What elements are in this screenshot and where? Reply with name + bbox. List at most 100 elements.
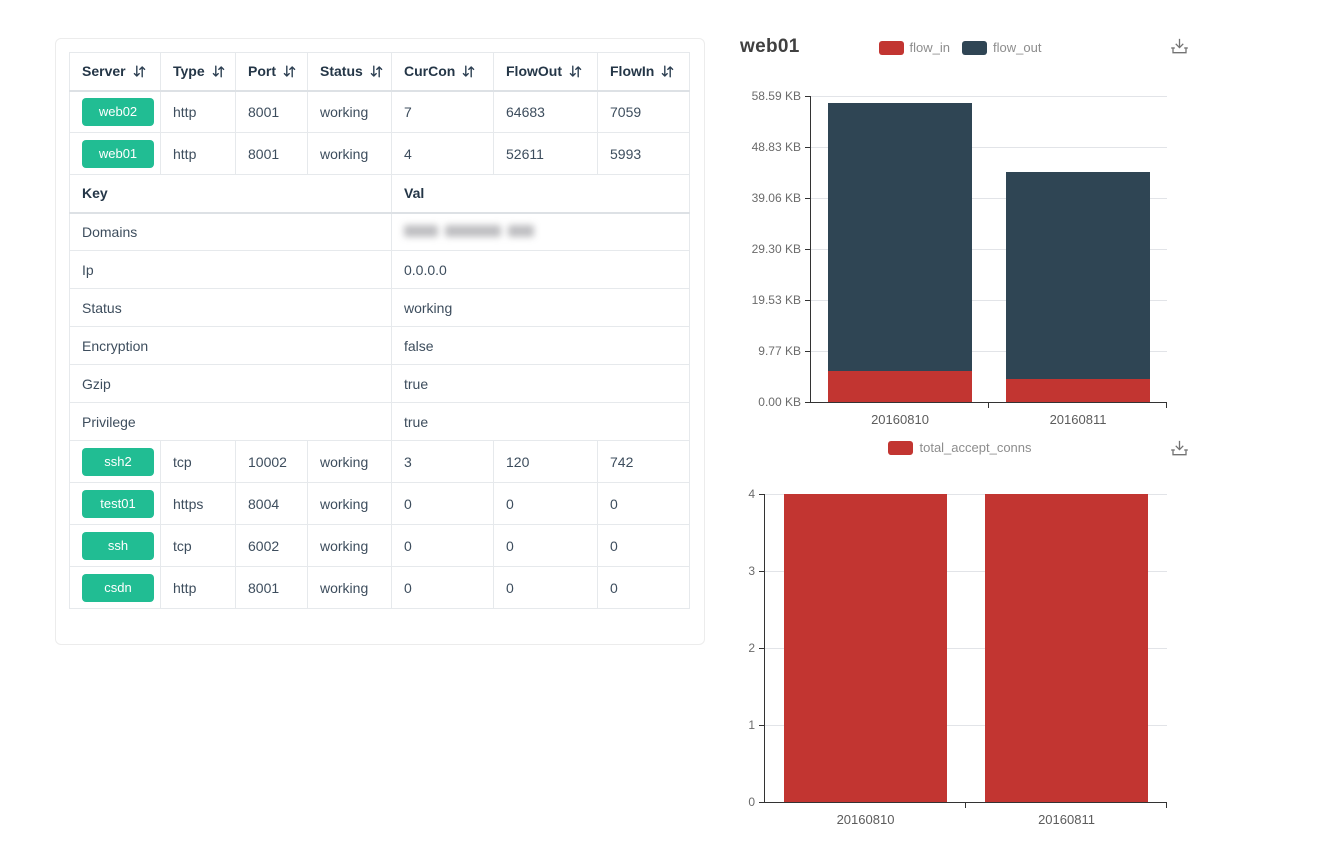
bar-flow_in-20160811[interactable] [1006,379,1150,402]
cell-flowin: 0 [598,525,690,567]
cell-flowin: 5993 [598,133,690,175]
cell-port: 8001 [236,567,308,609]
cell-type: https [161,483,236,525]
download-icon[interactable] [1170,440,1190,460]
x-tick-label: 20160810 [765,810,966,830]
conns-chart: total_accept_conns 012342016081020160811 [730,432,1190,832]
col-header-type[interactable]: Type [161,53,236,91]
detail-header-row: Key Val [70,175,690,213]
x-tick [988,402,989,408]
col-header-status[interactable]: Status [308,53,392,91]
y-tick-label: 9.77 KB [721,344,801,359]
col-header-label: Server [82,63,126,79]
server-badge[interactable]: test01 [82,490,154,518]
y-tick-label: 2 [675,641,755,656]
y-tick [759,648,765,649]
y-tick-label: 0 [675,795,755,810]
cell-curcon: 0 [392,525,494,567]
table-row-csdn: csdn http 8001 working 0 0 0 [70,567,690,609]
table-row-web02: web02 http 8001 working 7 64683 7059 [70,91,690,133]
detail-key: Gzip [70,365,392,403]
cell-port: 6002 [236,525,308,567]
legend-item-flow_out[interactable]: flow_out [962,40,1041,55]
cell-curcon: 7 [392,91,494,133]
y-tick-label: 19.53 KB [721,293,801,308]
sort-icon[interactable] [212,65,225,78]
sort-icon[interactable] [569,65,582,78]
cell-curcon: 3 [392,441,494,483]
cell-flowout: 52611 [494,133,598,175]
table-row-web01: web01 http 8001 working 4 52611 5993 [70,133,690,175]
y-tick [759,802,765,803]
conns-chart-legend: total_accept_conns [730,440,1190,455]
download-icon[interactable] [1170,38,1190,58]
y-tick-label: 4 [675,487,755,502]
detail-row-gzip: Gzip true [70,365,690,403]
server-badge[interactable]: csdn [82,574,154,602]
legend-item-flow_in[interactable]: flow_in [879,40,950,55]
col-header-server[interactable]: Server [70,53,161,91]
x-tick [1166,802,1167,808]
flow-chart-plot: 0.00 KB9.77 KB19.53 KB29.30 KB39.06 KB48… [810,96,1167,403]
bar-flow_out-20160810[interactable] [828,103,972,371]
x-tick-label: 20160810 [811,410,989,430]
flow-chart: web01 flow_inflow_out 0.00 KB9.77 KB19.5… [730,30,1190,430]
sort-icon[interactable] [462,65,475,78]
y-tick [805,249,811,250]
cell-status: working [308,525,392,567]
y-tick-label: 0.00 KB [721,395,801,410]
server-badge[interactable]: web02 [82,98,154,126]
flow-chart-legend: flow_in flow_out [730,40,1190,55]
legend-label: flow_out [993,40,1041,55]
y-tick [805,147,811,148]
detail-key: Privilege [70,403,392,441]
server-badge[interactable]: ssh2 [82,448,154,476]
cell-type: tcp [161,525,236,567]
conns-chart-plot: 012342016081020160811 [764,494,1167,803]
x-tick-label: 20160811 [966,810,1167,830]
server-badge[interactable]: web01 [82,140,154,168]
table-row-test01: test01 https 8004 working 0 0 0 [70,483,690,525]
legend-label: total_accept_conns [919,440,1031,455]
y-tick-label: 3 [675,564,755,579]
col-header-flowin[interactable]: FlowIn [598,53,690,91]
detail-key: Ip [70,251,392,289]
detail-val: working [392,289,690,327]
cell-port: 10002 [236,441,308,483]
y-tick [805,402,811,403]
y-tick [805,351,811,352]
col-header-curcon[interactable]: CurCon [392,53,494,91]
cell-port: 8001 [236,91,308,133]
detail-row-privilege: Privilege true [70,403,690,441]
sort-icon[interactable] [283,65,296,78]
cell-flowout: 120 [494,441,598,483]
cell-status: working [308,567,392,609]
cell-curcon: 4 [392,133,494,175]
bar-total_accept_conns-20160810[interactable] [784,494,947,802]
col-header-label: CurCon [404,63,455,79]
legend-swatch [962,41,987,55]
cell-type: http [161,567,236,609]
detail-val: 0.0.0.0 [392,251,690,289]
col-header-label: FlowIn [610,63,654,79]
detail-val: true [392,403,690,441]
dashboard: Server Type Port Status CurCon FlowOut F… [0,0,1339,860]
x-tick [1166,402,1167,408]
bar-flow_out-20160811[interactable] [1006,172,1150,379]
bar-flow_in-20160810[interactable] [828,371,972,402]
y-tick [805,96,811,97]
bar-total_accept_conns-20160811[interactable] [985,494,1148,802]
sort-icon[interactable] [133,65,146,78]
col-header-flowout[interactable]: FlowOut [494,53,598,91]
sort-icon[interactable] [370,65,383,78]
redacted-domains-value [404,225,534,237]
y-tick-label: 1 [675,718,755,733]
sort-icon[interactable] [661,65,674,78]
cell-flowout: 64683 [494,91,598,133]
server-badge[interactable]: ssh [82,532,154,560]
legend-item-total_accept_conns[interactable]: total_accept_conns [888,440,1031,455]
col-header-port[interactable]: Port [236,53,308,91]
legend-swatch [888,441,913,455]
col-header-label: Port [248,63,276,79]
col-header-label: Type [173,63,205,79]
